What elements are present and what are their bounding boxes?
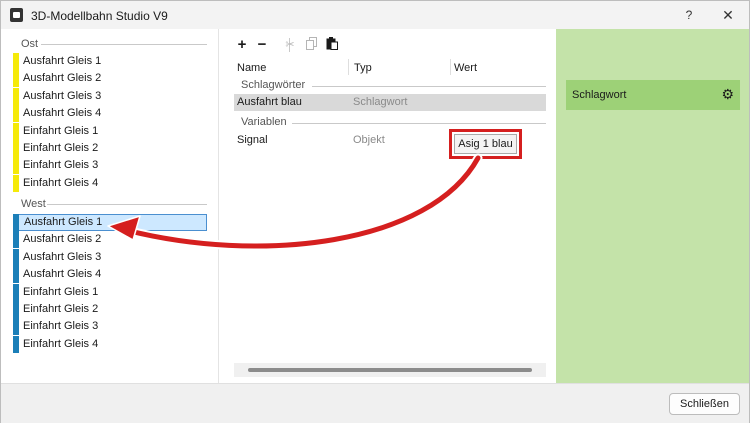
group-color-bar [13,157,19,175]
list-item-label: Ausfahrt Gleis 1 [24,216,103,228]
list-item[interactable]: Ausfahrt Gleis 2 [13,231,207,249]
section-header-variables: Variablen [241,116,287,128]
group-header-ost: Ost [21,38,39,50]
group-color-bar [13,231,19,249]
row-type: Objekt [353,134,385,146]
list-item[interactable]: Ausfahrt Gleis 3 [13,248,207,266]
group-color-bar [13,53,19,70]
close-window-button[interactable]: ✕ [714,5,742,25]
group-divider [41,44,207,45]
column-divider[interactable] [450,59,451,75]
list-item-label: Ausfahrt Gleis 3 [23,89,102,102]
list-item[interactable]: Einfahrt Gleis 1 [13,122,207,140]
row-name: Ausfahrt blau [237,96,302,108]
group-color-bar [13,70,19,88]
highlight-box: Asig 1 blau [449,129,522,159]
list-item-label: Einfahrt Gleis 2 [23,303,99,315]
object-list-panel: Ost Ausfahrt Gleis 1 Ausfahrt Gleis 2 Ausf… [1,29,219,383]
list-item[interactable]: Einfahrt Gleis 2 [13,301,207,318]
list-item[interactable]: Einfahrt Gleis 4 [13,174,207,192]
group-color-bar [13,105,19,123]
group-color-bar [13,214,19,231]
dialog-footer: Schließen [1,383,749,423]
group-color-bar [13,266,19,284]
column-header-name[interactable]: Name [237,60,266,76]
list-item-label: Einfahrt Gleis 3 [23,320,99,333]
list-item[interactable]: Ausfahrt Gleis 1 [13,214,207,231]
scissors-icon[interactable]: ✂ [282,37,298,53]
group-color-bar [13,283,19,301]
window-title: 3D-Modellbahn Studio V9 [31,9,168,23]
list-item[interactable]: Einfahrt Gleis 3 [13,157,207,175]
properties-panel: + − ✂ Name Typ Wert Schlagwörter Ausfahr… [220,29,556,383]
list-item[interactable]: Einfahrt Gleis 1 [13,283,207,301]
section-header-keywords: Schlagwörter [241,79,306,91]
list-item-label: Ausfahrt Gleis 3 [23,250,102,263]
group-divider [47,204,207,205]
list-item-label: Einfahrt Gleis 4 [23,337,99,350]
keyword-card[interactable]: Schlagwort ⚙ [566,80,740,110]
list-item-label: Ausfahrt Gleis 2 [23,233,102,246]
list-item[interactable]: Ausfahrt Gleis 4 [13,266,207,284]
group-color-bar [13,87,19,105]
table-row[interactable]: Ausfahrt blau Schlagwort [234,94,546,111]
list-item[interactable]: Einfahrt Gleis 3 [13,318,207,336]
list-item-label: Ausfahrt Gleis 1 [23,55,102,67]
title-bar: 3D-Modellbahn Studio V9 ? ✕ [1,1,749,29]
list-item[interactable]: Einfahrt Gleis 4 [13,335,207,353]
group-color-bar [13,318,19,336]
keyword-panel: Schlagwort ⚙ [556,29,749,383]
column-header-value[interactable]: Wert [454,60,477,76]
list-item-label: Einfahrt Gleis 3 [23,159,99,172]
list-item-label: Ausfahrt Gleis 2 [23,72,102,85]
section-divider [312,86,546,87]
plus-icon[interactable]: + [234,37,250,53]
list-item[interactable]: Einfahrt Gleis 2 [13,140,207,157]
group-color-bar [13,140,19,157]
value-field[interactable]: Asig 1 blau [454,134,517,154]
list-item-label: Einfahrt Gleis 1 [23,285,99,298]
row-type: Schlagwort [353,96,408,108]
copy-icon[interactable] [304,37,320,53]
group-color-bar [13,248,19,266]
scrollbar-thumb[interactable] [248,368,532,372]
list-item-label: Einfahrt Gleis 2 [23,142,99,154]
dialog-content: Ost Ausfahrt Gleis 1 Ausfahrt Gleis 2 Ausf… [1,29,749,383]
list-item-label: Ausfahrt Gleis 4 [23,107,102,120]
list-item[interactable]: Ausfahrt Gleis 1 [13,53,207,70]
minus-icon[interactable]: − [254,37,270,53]
close-button[interactable]: Schließen [669,393,740,415]
list-item-label: Einfahrt Gleis 1 [23,124,99,137]
group-color-bar [13,122,19,140]
list-item[interactable]: Ausfahrt Gleis 3 [13,87,207,105]
horizontal-scrollbar[interactable] [234,363,546,377]
dialog-window: 3D-Modellbahn Studio V9 ? ✕ Ost Ausfahrt… [0,0,750,423]
list-item-label: Einfahrt Gleis 4 [23,176,99,189]
list-item[interactable]: Ausfahrt Gleis 4 [13,105,207,123]
app-icon [10,8,23,22]
row-name: Signal [237,134,268,146]
group-header-west: West [21,198,46,210]
help-button[interactable]: ? [677,5,701,25]
keyword-label: Schlagwort [572,89,627,101]
group-color-bar [13,174,19,192]
column-header-type[interactable]: Typ [354,60,372,76]
list-item[interactable]: Ausfahrt Gleis 2 [13,70,207,88]
gear-icon[interactable]: ⚙ [721,86,734,102]
list-item-label: Ausfahrt Gleis 4 [23,268,102,281]
column-divider[interactable] [348,59,349,75]
clipboard-icon[interactable] [324,37,340,53]
section-divider [292,123,546,124]
group-color-bar [13,301,19,318]
group-color-bar [13,335,19,353]
